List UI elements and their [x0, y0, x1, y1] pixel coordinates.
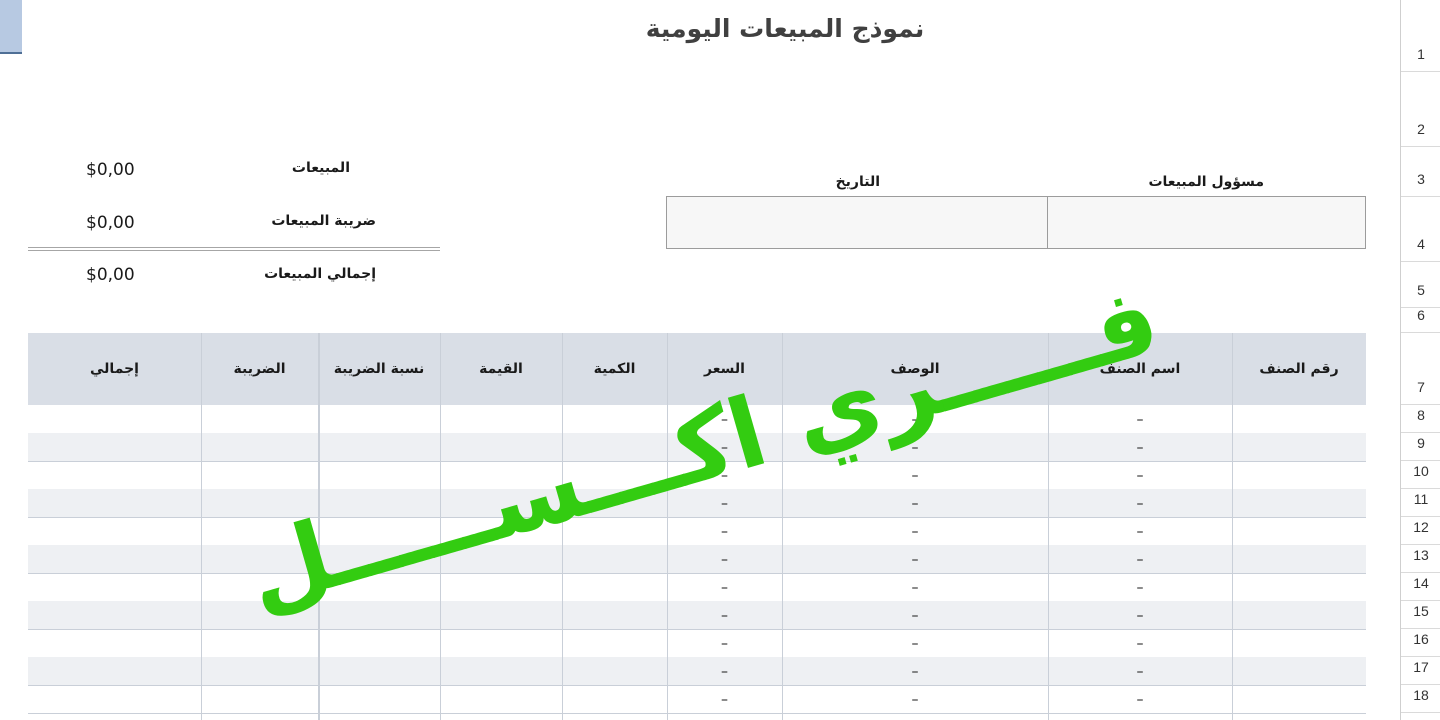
row-number[interactable]: 1 — [1401, 0, 1440, 72]
column-header-tax-rate[interactable]: نسبة الضريبة — [318, 333, 440, 405]
selected-cell-border — [0, 52, 22, 54]
row-number[interactable]: 11 — [1401, 489, 1440, 517]
column-divider — [1232, 333, 1233, 720]
cell-description[interactable]: – — [782, 573, 1048, 601]
cell-price[interactable]: – — [667, 573, 782, 601]
table-row[interactable]: – – – — [28, 517, 1366, 546]
row-number[interactable]: 17 — [1401, 657, 1440, 685]
row-number[interactable]: 15 — [1401, 601, 1440, 629]
cell-item-name[interactable]: – — [1048, 517, 1232, 545]
table-header: رقم الصنف اسم الصنف الوصف السعر الكمية ا… — [28, 333, 1366, 405]
cell-item-name[interactable]: – — [1048, 629, 1232, 657]
row-number[interactable]: 9 — [1401, 433, 1440, 461]
cell-description[interactable]: – — [782, 433, 1048, 461]
row-number[interactable]: 16 — [1401, 629, 1440, 657]
row-number[interactable]: 2 — [1401, 72, 1440, 147]
row-number[interactable]: 7 — [1401, 333, 1440, 405]
column-divider — [1048, 333, 1049, 720]
cell-item-name[interactable]: – — [1048, 685, 1232, 713]
cell-description[interactable]: – — [782, 517, 1048, 545]
column-divider — [440, 333, 441, 720]
column-header-quantity[interactable]: الكمية — [562, 333, 667, 405]
page-title: نموذج المبيعات اليومية — [645, 14, 925, 43]
cell-description[interactable]: – — [782, 545, 1048, 573]
cell-item-name[interactable]: – — [1048, 405, 1232, 433]
table-row[interactable]: – – – — [28, 685, 1366, 714]
row-number[interactable]: 12 — [1401, 517, 1440, 545]
table-row[interactable]: – – – — [28, 433, 1366, 462]
cell-description[interactable]: – — [782, 685, 1048, 713]
cell-price[interactable]: – — [667, 629, 782, 657]
column-header-price[interactable]: السعر — [667, 333, 782, 405]
salesperson-input[interactable] — [1048, 197, 1365, 248]
row-number-gutter: 1 2 3 4 5 6 7 8 9 10 11 12 13 14 15 16 17 18 — [1400, 0, 1440, 720]
table-row[interactable]: – – – — [28, 657, 1366, 686]
row-number[interactable]: 4 — [1401, 197, 1440, 262]
row-number[interactable]: 18 — [1401, 685, 1440, 713]
table-row[interactable]: – – – — [28, 629, 1366, 658]
date-label: التاريخ — [835, 174, 880, 190]
spreadsheet-sheet: نموذج المبيعات اليومية المبيعات $0,00 ضر… — [0, 0, 1400, 720]
row-number[interactable]: 3 — [1401, 147, 1440, 197]
row-number[interactable]: 10 — [1401, 461, 1440, 489]
summary-total-value[interactable]: $0,00 — [86, 265, 135, 285]
header-input-box — [666, 196, 1366, 249]
column-header-item-name[interactable]: اسم الصنف — [1048, 333, 1232, 405]
cell-description[interactable]: – — [782, 629, 1048, 657]
summary-divider — [28, 247, 440, 248]
summary-sales-value[interactable]: $0,00 — [86, 160, 135, 180]
column-divider — [782, 333, 783, 720]
cell-price[interactable]: – — [667, 685, 782, 713]
cell-description[interactable]: – — [782, 657, 1048, 685]
column-divider — [667, 333, 668, 720]
row-number[interactable]: 13 — [1401, 545, 1440, 573]
row-number[interactable]: 5 — [1401, 262, 1440, 308]
summary-tax-label: ضريبة المبيعات — [271, 213, 376, 229]
row-number[interactable]: 14 — [1401, 573, 1440, 601]
cell-item-name[interactable]: – — [1048, 657, 1232, 685]
cell-item-name[interactable]: – — [1048, 433, 1232, 461]
column-header-amount[interactable]: القيمة — [440, 333, 562, 405]
cell-item-name[interactable]: – — [1048, 573, 1232, 601]
summary-sales-label: المبيعات — [291, 160, 350, 176]
column-header-description[interactable]: الوصف — [782, 333, 1048, 405]
row-number[interactable]: 6 — [1401, 308, 1440, 333]
summary-tax-value[interactable]: $0,00 — [86, 213, 135, 233]
cell-price[interactable]: – — [667, 545, 782, 573]
cell-price[interactable]: – — [667, 433, 782, 461]
table-row[interactable]: – – – — [28, 545, 1366, 574]
cell-price[interactable]: – — [667, 517, 782, 545]
table-row[interactable]: – – – — [28, 601, 1366, 630]
cell-price[interactable]: – — [667, 601, 782, 629]
table-row[interactable]: – – – — [28, 573, 1366, 602]
date-input[interactable] — [667, 197, 1047, 248]
column-divider — [562, 333, 563, 720]
table-row[interactable]: – – – — [28, 489, 1366, 518]
cell-item-name[interactable]: – — [1048, 601, 1232, 629]
cell-price[interactable]: – — [667, 405, 782, 433]
cell-description[interactable]: – — [782, 405, 1048, 433]
cell-price[interactable]: – — [667, 489, 782, 517]
cell-price[interactable]: – — [667, 657, 782, 685]
cell-item-name[interactable]: – — [1048, 545, 1232, 573]
cell-description[interactable]: – — [782, 489, 1048, 517]
column-divider — [318, 333, 320, 720]
cell-description[interactable]: – — [782, 601, 1048, 629]
column-header-tax[interactable]: الضريبة — [201, 333, 318, 405]
cell-description[interactable]: – — [782, 461, 1048, 489]
salesperson-label: مسؤول المبيعات — [1148, 174, 1264, 190]
column-divider — [201, 333, 202, 720]
row-number[interactable]: 8 — [1401, 405, 1440, 433]
column-header-item-number[interactable]: رقم الصنف — [1232, 333, 1366, 405]
cell-price[interactable]: – — [667, 461, 782, 489]
selected-cell-indicator — [0, 0, 22, 52]
summary-total-label: إجمالي المبيعات — [264, 266, 376, 282]
cell-item-name[interactable]: – — [1048, 489, 1232, 517]
summary-divider-double — [28, 250, 440, 251]
table-row[interactable]: – – – — [28, 461, 1366, 490]
column-header-total[interactable]: إجمالي — [28, 333, 201, 405]
cell-item-name[interactable]: – — [1048, 461, 1232, 489]
table-row[interactable]: – – – — [28, 405, 1366, 434]
